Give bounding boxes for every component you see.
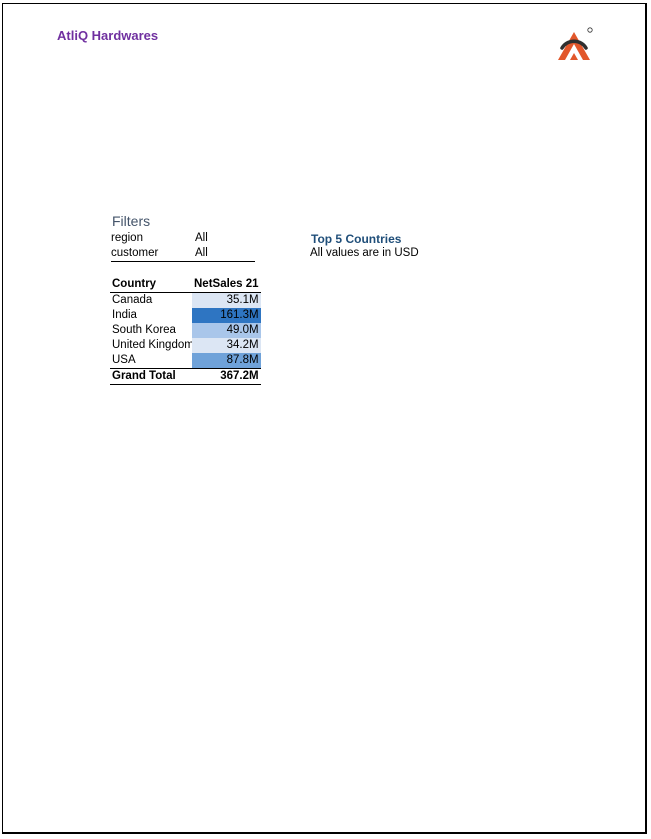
country-cell[interactable]: India xyxy=(110,308,192,323)
table-row: United Kingdom 34.2M xyxy=(110,338,261,353)
table-row: India 161.3M xyxy=(110,308,261,323)
grand-total-label: Grand Total xyxy=(110,368,192,385)
grand-total-row: Grand Total 367.2M xyxy=(110,368,261,385)
atliq-logo-icon xyxy=(558,27,593,60)
table-row: South Korea 49.0M xyxy=(110,323,261,338)
report-title: Top 5 Countries xyxy=(311,232,402,246)
netsales-cell[interactable]: 161.3M xyxy=(192,308,261,323)
filter-key: region xyxy=(111,232,143,244)
report-page xyxy=(2,3,647,834)
country-cell[interactable]: United Kingdom xyxy=(110,338,192,353)
country-cell[interactable]: South Korea xyxy=(110,323,192,338)
company-name: AtliQ Hardwares xyxy=(57,28,159,43)
netsales-cell[interactable]: 49.0M xyxy=(192,323,261,338)
table-header-row: Country NetSales 21 xyxy=(110,277,261,293)
filter-value[interactable]: All xyxy=(195,246,255,261)
netsales-cell[interactable]: 87.8M xyxy=(192,353,261,369)
country-cell[interactable]: Canada xyxy=(110,293,192,309)
filters-title: Filters xyxy=(112,213,151,229)
header-country[interactable]: Country xyxy=(110,277,192,293)
netsales-cell[interactable]: 34.2M xyxy=(192,338,261,353)
netsales-cell[interactable]: 35.1M xyxy=(192,292,261,308)
filter-divider xyxy=(111,261,255,262)
header-netsales[interactable]: NetSales 21 xyxy=(192,277,261,293)
filter-key: customer xyxy=(111,247,159,259)
table-row: Canada 35.1M xyxy=(110,292,261,309)
grand-total-value: 367.2M xyxy=(192,368,261,385)
country-cell[interactable]: USA xyxy=(110,353,192,369)
report-subtitle: All values are in USD xyxy=(310,247,419,259)
table-row: USA 87.8M xyxy=(110,353,261,369)
filter-value[interactable]: All xyxy=(195,231,255,246)
pivot-table: Country NetSales 21 Canada 35.1M India 161.… xyxy=(110,277,261,385)
